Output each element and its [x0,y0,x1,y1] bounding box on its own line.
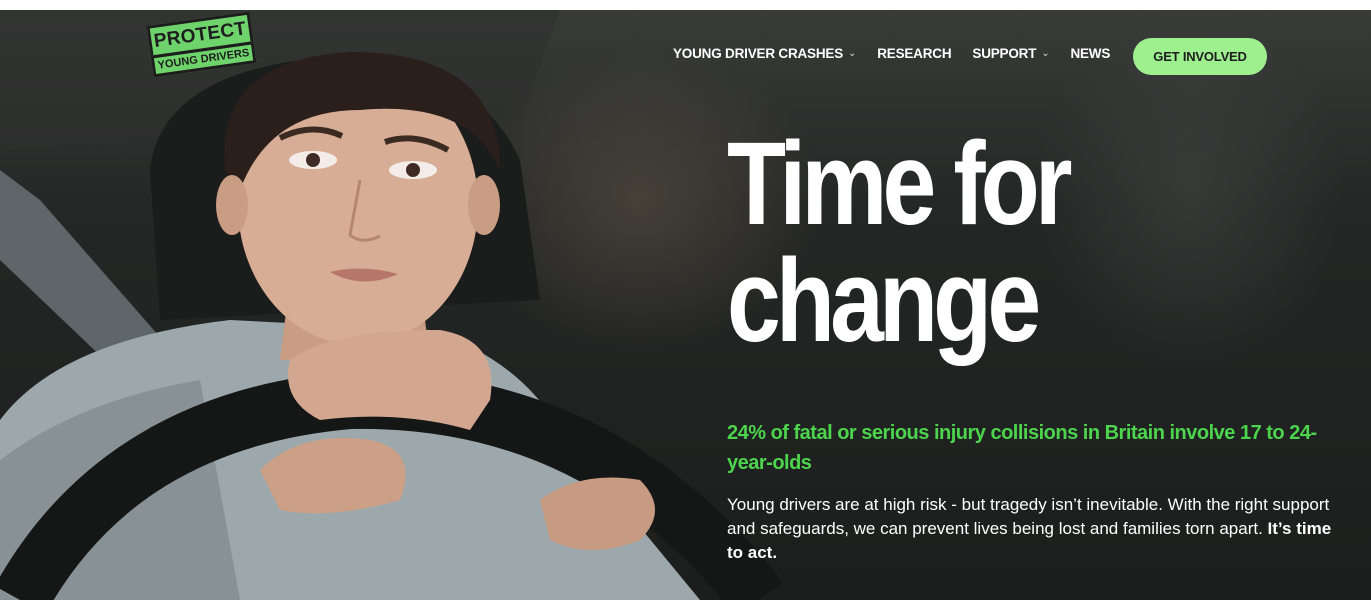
headline-line-1: Time for [727,118,1073,250]
ear-right [468,175,500,235]
hero-headline: Time for change [727,125,1235,360]
chevron-down-icon: ⌄ [848,48,857,59]
hero-stat: 24% of fatal or serious injury collision… [727,422,1317,474]
nav-label: SUPPORT [972,46,1037,61]
nav-support[interactable]: SUPPORT ⌄ [972,46,1049,61]
headline-line-2: change [727,235,1041,367]
nav-label: NEWS [1070,46,1111,61]
iris-left [306,153,320,167]
get-involved-button[interactable]: GET INVOLVED [1133,38,1267,75]
chevron-down-icon: ⌄ [1041,48,1050,59]
hero-body: Young drivers are at high risk - but tra… [727,493,1337,565]
main-nav: YOUNG DRIVER CRASHES ⌄ RESEARCH SUPPORT … [673,46,1131,61]
nav-label: RESEARCH [877,46,952,61]
nav-research[interactable]: RESEARCH [877,46,951,61]
nav-young-driver-crashes[interactable]: YOUNG DRIVER CRASHES ⌄ [673,46,856,61]
nav-news[interactable]: NEWS [1070,46,1110,61]
nav-label: YOUNG DRIVER CRASHES [673,46,844,61]
hero-body-text: Young drivers are at high risk - but tra… [727,495,1330,538]
hero-section: PROTECT YOUNG DRIVERS YOUNG DRIVER CRASH… [0,0,1371,600]
iris-right [406,163,420,177]
ear-left [216,175,248,235]
